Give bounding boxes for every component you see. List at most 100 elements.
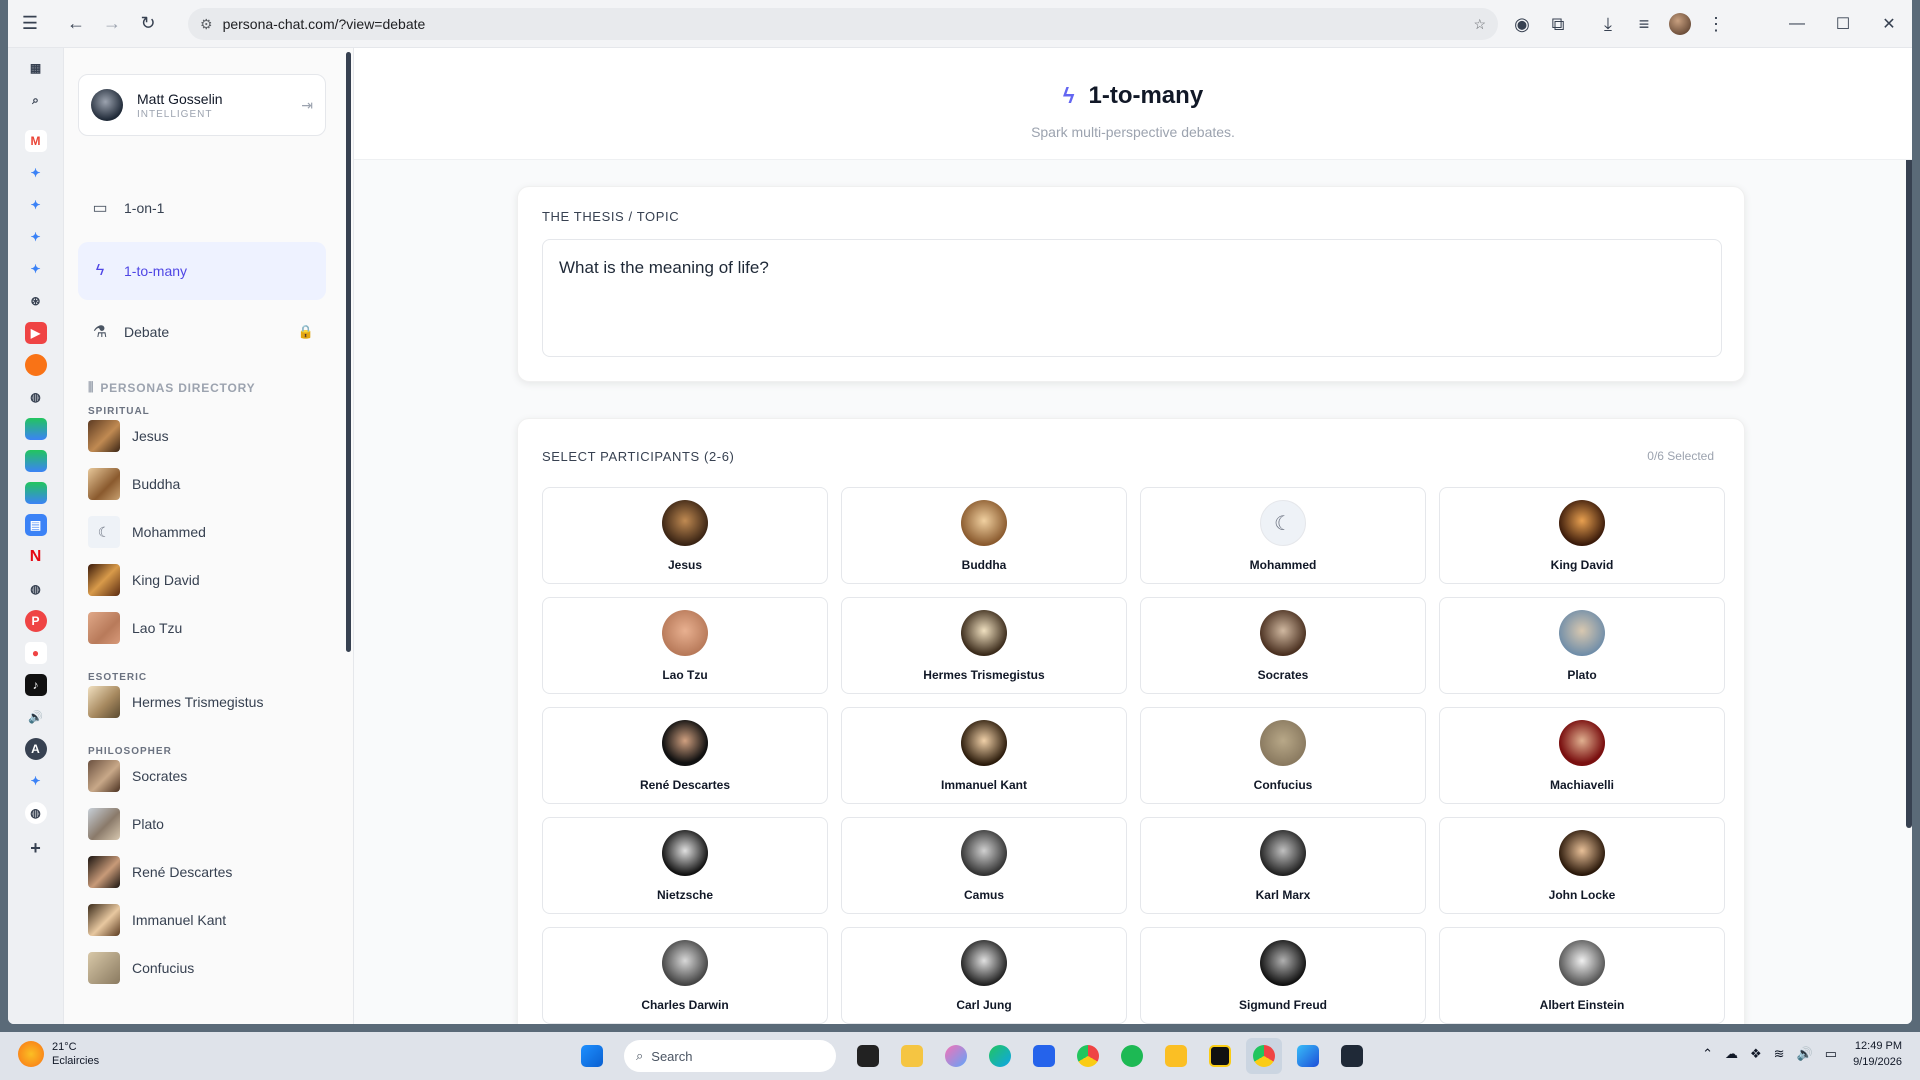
persona-item-buddha[interactable]: Buddha <box>88 468 180 500</box>
address-bar[interactable]: ⚙ persona-chat.com/?view=debate ☆ <box>188 8 1498 40</box>
sidebar-toggle-icon[interactable]: ☰ <box>12 6 48 42</box>
wallet-icon[interactable]: ◉ <box>1504 6 1540 42</box>
tab-icon[interactable] <box>24 354 47 376</box>
participant-card-socrates[interactable]: Socrates <box>1140 597 1426 694</box>
forward-icon[interactable]: → <box>94 6 130 42</box>
maximize-icon[interactable]: ☐ <box>1820 0 1866 48</box>
docs-tab-icon[interactable]: ▤ <box>24 514 47 536</box>
globe-tab-icon[interactable]: ◍ <box>25 386 47 408</box>
nav-1-to-many[interactable]: ϟ 1-to-many <box>78 242 326 300</box>
tab-icon[interactable] <box>24 450 47 472</box>
gemini-tab-icon[interactable]: ✦ <box>25 770 47 792</box>
keep-icon[interactable] <box>1158 1038 1194 1074</box>
close-icon[interactable]: ✕ <box>1866 0 1912 48</box>
back-icon[interactable]: ← <box>58 6 94 42</box>
gmail-tab-icon[interactable]: M <box>24 130 47 152</box>
reading-list-icon[interactable]: ≡ <box>1626 6 1662 42</box>
nav-debate[interactable]: ⚗ Debate 🔒 <box>78 304 326 360</box>
participant-card-immanuel-kant[interactable]: Immanuel Kant <box>841 707 1127 804</box>
participant-card-albert-einstein[interactable]: Albert Einstein <box>1439 927 1725 1024</box>
chevron-up-icon[interactable]: ⌃ <box>1702 1046 1713 1062</box>
profile-avatar[interactable] <box>1662 6 1698 42</box>
tab-icon[interactable]: ● <box>24 642 47 664</box>
app-icon[interactable] <box>1334 1038 1370 1074</box>
site-info-icon[interactable]: ⚙ <box>200 16 213 33</box>
participant-card-john-locke[interactable]: John Locke <box>1439 817 1725 914</box>
sidebar-scrollbar[interactable] <box>346 52 351 652</box>
gemini-tab-icon[interactable]: ✦ <box>25 162 47 184</box>
participant-card-sigmund-freud[interactable]: Sigmund Freud <box>1140 927 1426 1024</box>
tab-icon[interactable]: A <box>24 738 47 760</box>
audio-tab-icon[interactable]: 🔊 <box>25 706 47 728</box>
downloads-icon[interactable]: ⤓ <box>1590 6 1626 42</box>
participant-card-plato[interactable]: Plato <box>1439 597 1725 694</box>
participant-card-mohammed[interactable]: ☾ Mohammed <box>1140 487 1426 584</box>
participant-card-rene-descartes[interactable]: René Descartes <box>542 707 828 804</box>
battery-icon[interactable]: ▭ <box>1825 1046 1837 1062</box>
nav-1-on-1[interactable]: ▭ 1-on-1 <box>78 180 326 236</box>
wifi-icon[interactable]: ≋ <box>1774 1046 1785 1062</box>
participant-card-buddha[interactable]: Buddha <box>841 487 1127 584</box>
participant-card-machiavelli[interactable]: Machiavelli <box>1439 707 1725 804</box>
thesis-textarea[interactable]: What is the meaning of life? <box>542 239 1722 357</box>
tab-icon[interactable] <box>24 418 47 440</box>
menu-icon[interactable]: ⋮ <box>1698 6 1734 42</box>
chrome-profile-icon[interactable] <box>1246 1038 1282 1074</box>
participant-card-camus[interactable]: Camus <box>841 817 1127 914</box>
tiktok-tab-icon[interactable]: ♪ <box>24 674 47 696</box>
participant-card-karl-marx[interactable]: Karl Marx <box>1140 817 1426 914</box>
pinterest-tab-icon[interactable]: P <box>24 610 47 632</box>
participant-card-lao-tzu[interactable]: Lao Tzu <box>542 597 828 694</box>
globe-tab-icon[interactable]: ◍ <box>24 802 47 824</box>
persona-item-socrates[interactable]: Socrates <box>88 760 187 792</box>
tab-icon[interactable] <box>24 482 47 504</box>
chrome-icon[interactable] <box>1070 1038 1106 1074</box>
dropbox-icon[interactable]: ❖ <box>1750 1046 1762 1062</box>
persona-item-king-david[interactable]: King David <box>88 564 200 596</box>
logout-icon[interactable]: ⇥ <box>301 97 313 114</box>
copilot-icon[interactable] <box>938 1038 974 1074</box>
youtube-tab-icon[interactable]: ▶ <box>24 322 47 344</box>
persona-item-confucius[interactable]: Confucius <box>88 952 194 984</box>
volume-icon[interactable]: 🔊 <box>1797 1046 1813 1062</box>
clock[interactable]: 12:49 PM 9/19/2026 <box>1853 1038 1902 1070</box>
globe-tab-icon[interactable]: ◍ <box>25 578 47 600</box>
openai-tab-icon[interactable]: ⊛ <box>25 290 47 312</box>
url-text[interactable]: persona-chat.com/?view=debate <box>223 16 1474 32</box>
tab-search-icon[interactable]: ⌕ <box>25 89 47 111</box>
app-icon[interactable] <box>1202 1038 1238 1074</box>
persona-item-rene-descartes[interactable]: René Descartes <box>88 856 232 888</box>
main-scrollbar[interactable] <box>1906 48 1912 828</box>
photos-icon[interactable] <box>1290 1038 1326 1074</box>
weather-widget[interactable]: 21°C Eclaircies <box>18 1040 99 1068</box>
reload-icon[interactable]: ↻ <box>130 6 166 42</box>
persona-item-plato[interactable]: Plato <box>88 808 164 840</box>
minimize-icon[interactable]: — <box>1774 0 1820 48</box>
persona-item-lao-tzu[interactable]: Lao Tzu <box>88 612 182 644</box>
gemini-tab-icon[interactable]: ✦ <box>25 258 47 280</box>
gemini-tab-icon[interactable]: ✦ <box>25 194 47 216</box>
participant-card-hermes-trismegistus[interactable]: Hermes Trismegistus <box>841 597 1127 694</box>
store-icon[interactable] <box>1026 1038 1062 1074</box>
participant-card-nietzsche[interactable]: Nietzsche <box>542 817 828 914</box>
cloud-off-icon[interactable]: ☁ <box>1725 1046 1738 1062</box>
task-view-icon[interactable] <box>850 1038 886 1074</box>
gemini-tab-icon[interactable]: ✦ <box>25 226 47 248</box>
persona-item-jesus[interactable]: Jesus <box>88 420 169 452</box>
persona-item-mohammed[interactable]: ☾ Mohammed <box>88 516 206 548</box>
taskbar-search[interactable]: ⌕ Search <box>624 1040 836 1072</box>
new-tab-icon[interactable]: + <box>25 837 47 859</box>
participant-card-carl-jung[interactable]: Carl Jung <box>841 927 1127 1024</box>
persona-item-hermes-trismegistus[interactable]: Hermes Trismegistus <box>88 686 263 718</box>
apps-icon[interactable]: ▦ <box>25 57 47 79</box>
netflix-tab-icon[interactable]: N <box>25 546 47 568</box>
participant-card-king-david[interactable]: King David <box>1439 487 1725 584</box>
spotify-icon[interactable] <box>1114 1038 1150 1074</box>
persona-item-immanuel-kant[interactable]: Immanuel Kant <box>88 904 226 936</box>
extensions-icon[interactable]: ⧉ <box>1540 6 1576 42</box>
participant-card-charles-darwin[interactable]: Charles Darwin <box>542 927 828 1024</box>
participant-card-confucius[interactable]: Confucius <box>1140 707 1426 804</box>
file-explorer-icon[interactable] <box>894 1038 930 1074</box>
bookmark-star-icon[interactable]: ☆ <box>1473 16 1486 33</box>
edge-icon[interactable] <box>982 1038 1018 1074</box>
